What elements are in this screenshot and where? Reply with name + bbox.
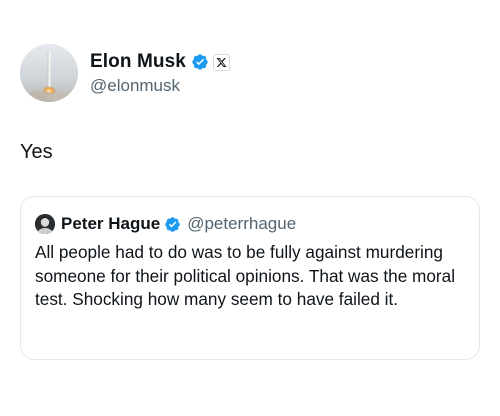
rocket-launch-image [20,44,78,102]
person-silhouette-icon [35,214,55,234]
author-handle[interactable]: @elonmusk [90,76,230,96]
author-name-row: Elon Musk [90,50,230,74]
author-display-name[interactable]: Elon Musk [90,51,186,73]
quoted-author-display-name[interactable]: Peter Hague [61,214,160,234]
quoted-author-handle[interactable]: @peterrhague [187,214,296,234]
verified-badge-icon [191,53,209,71]
x-logo-icon [212,53,230,71]
quoted-post-header: Peter Hague @peterrhague [35,213,463,235]
author-avatar[interactable] [20,44,78,102]
quoted-author-avatar[interactable] [35,214,55,234]
post-text: Yes [20,141,53,163]
post-header: Elon Musk @elonmusk [20,44,230,102]
verified-badge-icon [164,216,181,233]
quoted-post-text: All people had to do was to be fully aga… [35,242,456,309]
author-block: Elon Musk @elonmusk [90,50,230,96]
quoted-post-card[interactable]: Peter Hague @peterrhague All people had … [20,196,480,360]
